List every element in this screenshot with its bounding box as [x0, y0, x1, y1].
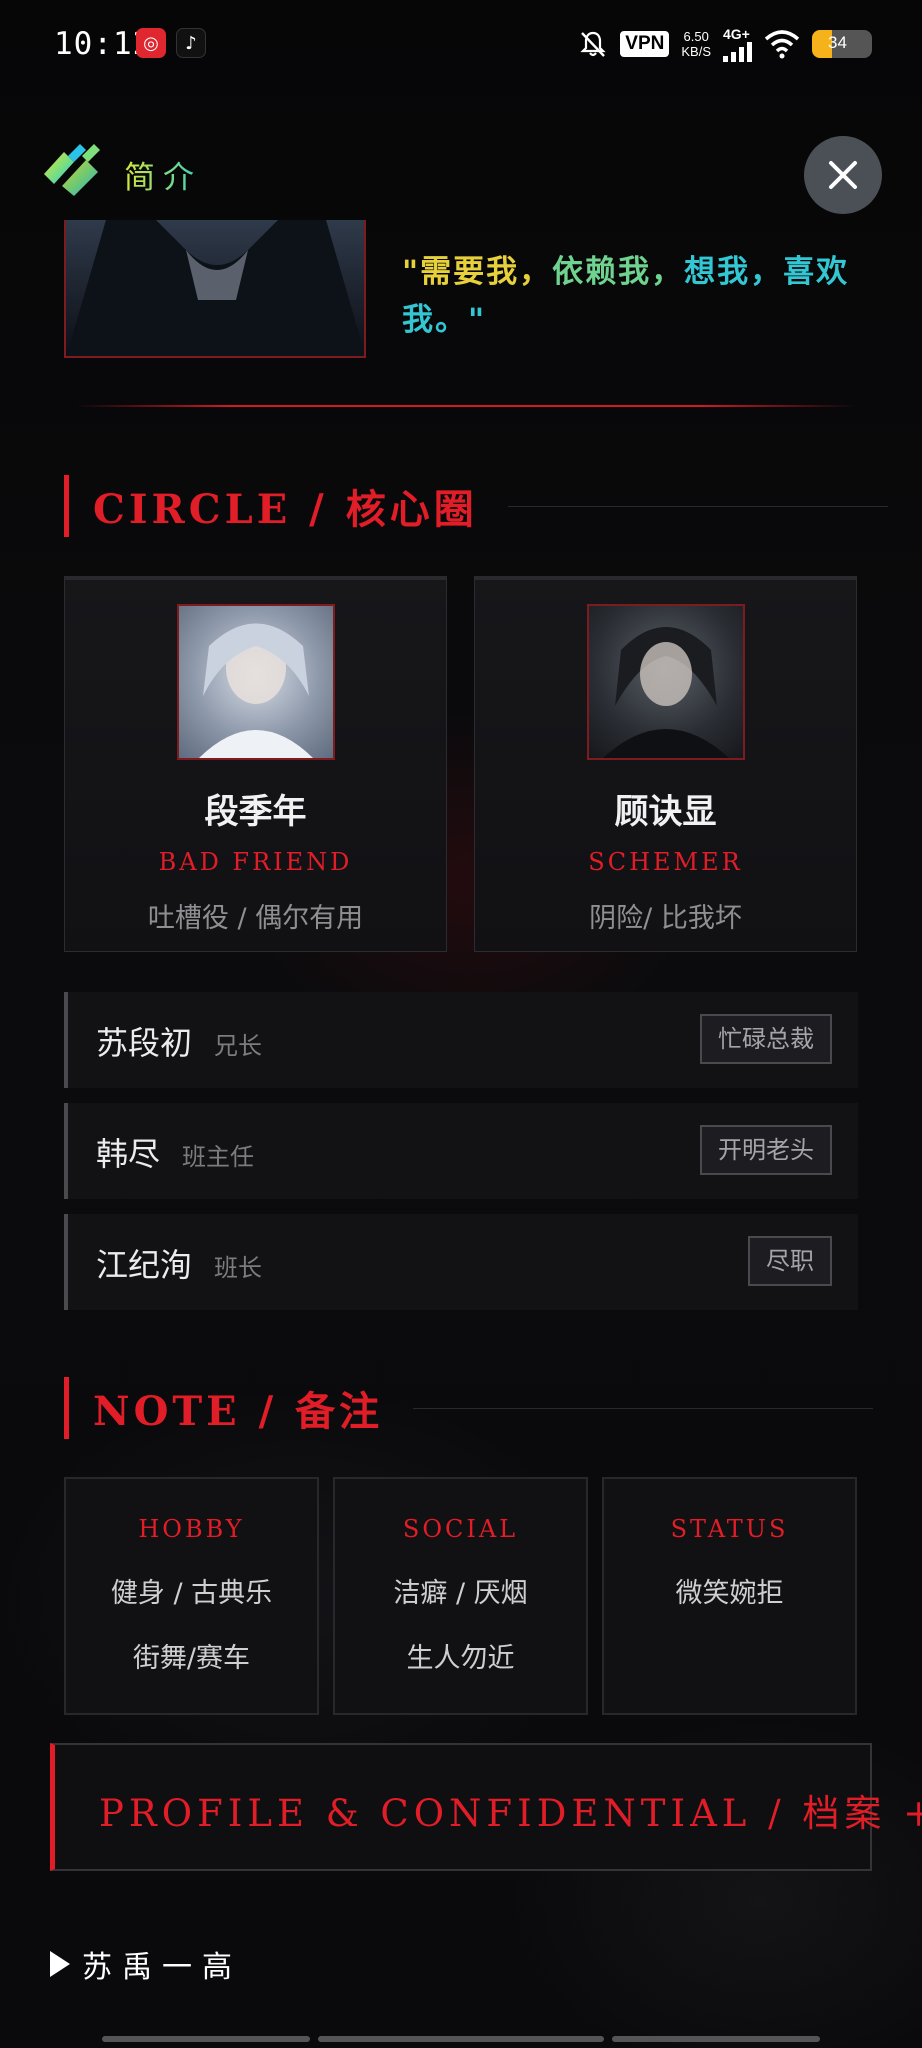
note-line: 洁癖 / 厌烟: [393, 1578, 528, 1609]
page-indicator: [612, 2036, 820, 2042]
network-type: 4G+: [723, 26, 750, 42]
card-desc: 阴险/ 比我坏: [589, 903, 742, 934]
note-card-status: STATUS 微笑婉拒: [602, 1477, 857, 1715]
battery-icon: 34: [812, 30, 872, 58]
bell-muted-icon: [580, 31, 606, 57]
circle-card[interactable]: 段季年 BAD FRIEND 吐槽役 / 偶尔有用: [64, 576, 447, 952]
card-role: SCHEMER: [588, 848, 743, 876]
status-bar: 10:12 ◎ ♪ VPN 6.50 KB/S 4G+ 34: [0, 0, 922, 90]
note-title: STATUS: [670, 1515, 789, 1543]
logo-icon: [44, 144, 100, 196]
character-portrait: [177, 604, 335, 760]
card-name: 段季年: [204, 792, 307, 832]
netease-music-icon: ◎: [136, 28, 166, 58]
vpn-badge: VPN: [620, 31, 670, 57]
circle-heading: CIRCLE / 核心圈: [93, 486, 478, 533]
network-speed: 6.50 KB/S: [681, 29, 711, 59]
circle-member-row[interactable]: 江纪洵 班长 尽职: [64, 1214, 858, 1310]
close-icon: [829, 161, 857, 189]
page-title: 简介: [124, 152, 202, 197]
footer-label: 苏禹一高: [82, 1950, 242, 1985]
note-card-social: SOCIAL 洁癖 / 厌烟 生人勿近: [333, 1477, 588, 1715]
play-triangle-icon: [50, 1951, 70, 1977]
card-name: 顾诀显: [614, 792, 717, 832]
note-title: HOBBY: [138, 1515, 245, 1543]
note-line: 健身 / 古典乐: [110, 1578, 273, 1609]
note-card-hobby: HOBBY 健身 / 古典乐 街舞/赛车: [64, 1477, 319, 1715]
note-section-header: NOTE / 备注: [64, 1376, 874, 1440]
note-line: 生人勿近: [406, 1643, 515, 1674]
page-indicator: [102, 2036, 310, 2042]
member-relation: 班长: [214, 1254, 263, 1282]
signal-bars-icon: [723, 42, 752, 62]
divider: [76, 405, 856, 407]
card-role: BAD FRIEND: [158, 848, 353, 876]
profile-confidential-button[interactable]: PROFILE & CONFIDENTIAL / 档案 +: [50, 1743, 922, 1871]
member-relation: 兄长: [214, 1032, 263, 1060]
note-heading: NOTE / 备注: [93, 1388, 384, 1435]
note-line: 街舞/赛车: [132, 1643, 251, 1674]
member-name: 韩尽: [96, 1135, 161, 1173]
member-relation: 班主任: [182, 1143, 255, 1171]
avatar-illustration: [66, 220, 364, 356]
tiktok-icon: ♪: [176, 28, 206, 58]
member-tag: 忙碌总裁: [700, 1014, 832, 1064]
member-name: 江纪洵: [96, 1246, 193, 1284]
wifi-icon: [764, 30, 800, 59]
profile-avatar: [64, 220, 366, 358]
member-tag: 尽职: [748, 1236, 832, 1286]
circle-card[interactable]: 顾诀显 SCHEMER 阴险/ 比我坏: [474, 576, 857, 952]
signal-indicator: 4G+: [723, 26, 752, 62]
circle-section-header: CIRCLE / 核心圈: [64, 474, 888, 538]
note-line: 微笑婉拒: [675, 1578, 784, 1609]
intro-quote: "需要我，依赖我，想我，喜欢我。": [402, 254, 850, 338]
header: 简介: [0, 130, 922, 220]
character-portrait: [587, 604, 745, 760]
close-button[interactable]: [804, 136, 882, 214]
page-indicator: [318, 2036, 604, 2042]
profile-button-label: PROFILE & CONFIDENTIAL / 档案 +: [99, 1792, 922, 1835]
note-title: SOCIAL: [402, 1515, 519, 1543]
footer-link[interactable]: 苏禹一高: [50, 1942, 242, 1986]
circle-member-row[interactable]: 苏段初 兄长 忙碌总裁: [64, 992, 858, 1088]
member-tag: 开明老头: [700, 1125, 832, 1175]
member-name: 苏段初: [96, 1024, 193, 1062]
circle-member-row[interactable]: 韩尽 班主任 开明老头: [64, 1103, 858, 1199]
card-desc: 吐槽役 / 偶尔有用: [147, 903, 364, 934]
